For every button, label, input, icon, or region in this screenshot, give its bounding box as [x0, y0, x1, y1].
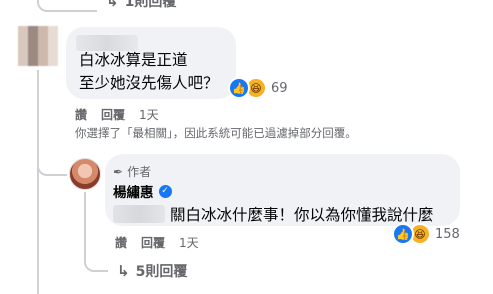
reply-button[interactable]: 回覆 [141, 234, 165, 251]
like-icon: 👍 [228, 77, 250, 99]
thread-line-left [37, 70, 39, 294]
author-badge: ✒ 作者 [113, 163, 151, 180]
thread-elbow-more [84, 250, 108, 272]
reaction-count-2: 158 [435, 226, 460, 242]
comment-2-text: 關白冰冰什麼事！你以為你懂我說什麼 [170, 206, 434, 224]
view-replies-label: 5則回覆 [135, 264, 188, 280]
comment-2-actions: 讚 回覆 1天 [115, 234, 199, 251]
view-replies-link-top[interactable]: ↳ 1則回覆 [106, 0, 176, 11]
reply-button[interactable]: 回覆 [101, 106, 125, 123]
timestamp[interactable]: 1天 [179, 234, 199, 251]
tagged-name-blurred[interactable] [113, 205, 165, 223]
comment-1-actions: 讚 回覆 1天 [75, 106, 159, 123]
filter-notice: 你選擇了「最相關」，因此系統可能已過濾掉部分回覆。 [75, 126, 357, 140]
reply-arrow-icon: ↳ [106, 0, 119, 10]
reaction-count-1: 69 [271, 80, 288, 96]
avatar-blurred[interactable] [18, 26, 58, 66]
timestamp[interactable]: 1天 [139, 106, 159, 123]
verified-icon: ✓ [158, 184, 172, 198]
author-name[interactable]: 楊繡惠 ✓ [113, 181, 172, 201]
reactions-summary-1[interactable]: 👍 😆 69 [228, 77, 288, 99]
reactions-summary-2[interactable]: 👍 😆 158 [392, 223, 460, 245]
pen-icon: ✒ [113, 164, 124, 179]
author-name-label: 楊繡惠 [113, 185, 154, 201]
thread-line-inner [84, 192, 86, 252]
thread-elbow-top [37, 0, 97, 12]
like-button[interactable]: 讚 [115, 234, 127, 251]
view-replies-label: 1則回覆 [124, 0, 177, 10]
view-replies-link-bottom[interactable]: ↳ 5則回覆 [117, 261, 187, 281]
like-icon: 👍 [392, 223, 414, 245]
author-avatar[interactable] [69, 158, 101, 190]
author-badge-label: 作者 [127, 165, 152, 179]
comment-1-line-1: 白冰冰算是正道 [79, 51, 188, 69]
thread-elbow-author [37, 140, 67, 176]
comment-1-line-2: 至少她沒先傷人吧？ [79, 74, 219, 92]
like-button[interactable]: 讚 [75, 106, 87, 123]
reply-arrow-icon: ↳ [117, 262, 130, 280]
